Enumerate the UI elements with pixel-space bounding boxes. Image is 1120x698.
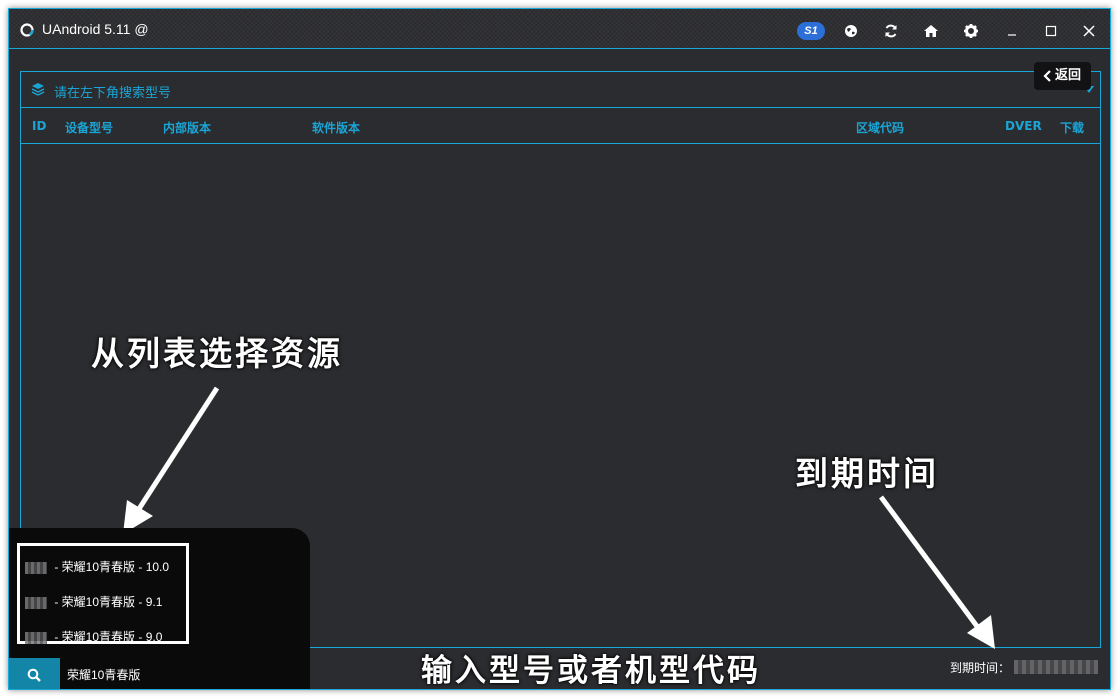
annotation-input-hint: 输入型号或者机型代码 bbox=[421, 653, 761, 689]
suggestion-item[interactable]: - 荣耀10青春版 - 9.1 bbox=[25, 591, 190, 613]
column-internal-version[interactable]: 内部版本 bbox=[163, 119, 211, 136]
minimize-icon[interactable] bbox=[1001, 19, 1025, 43]
redacted-code bbox=[25, 596, 47, 609]
app-title: UAndroid 5.11 @ bbox=[42, 21, 149, 37]
back-button[interactable]: 返回 bbox=[1034, 62, 1091, 90]
search-icon bbox=[27, 668, 41, 682]
back-label: 返回 bbox=[1055, 68, 1082, 83]
column-software-version[interactable]: 软件版本 bbox=[312, 119, 360, 136]
annotation-select-list: 从列表选择资源 bbox=[91, 334, 343, 373]
expiry-label: 到期时间： bbox=[950, 661, 1011, 675]
server-badge[interactable]: S1 bbox=[797, 22, 825, 40]
suggestion-item[interactable]: - 荣耀10青春版 - 10.0 bbox=[25, 556, 190, 578]
column-dver[interactable]: DVER bbox=[1005, 119, 1042, 133]
globe-icon[interactable] bbox=[843, 23, 859, 39]
gear-icon[interactable] bbox=[963, 23, 979, 39]
search-input[interactable] bbox=[67, 660, 307, 688]
column-id[interactable]: ID bbox=[32, 119, 46, 133]
close-icon[interactable] bbox=[1077, 19, 1101, 43]
search-button[interactable] bbox=[9, 658, 60, 689]
annotation-expiry: 到期时间 bbox=[795, 454, 939, 493]
annotation-arrow-expiry bbox=[878, 495, 995, 649]
suggestion-item[interactable]: - 荣耀10青春版 - 9.0 bbox=[25, 626, 190, 648]
home-icon[interactable] bbox=[923, 23, 939, 39]
column-device-model[interactable]: 设备型号 bbox=[65, 119, 113, 136]
chevron-left-icon bbox=[1043, 70, 1051, 82]
redacted-expiry-value bbox=[1014, 660, 1098, 674]
app-window: UAndroid 5.11 @ S1 请在左下角搜索型号 ID 设备型号 内部版… bbox=[8, 8, 1111, 690]
column-download[interactable]: 下载 bbox=[1060, 119, 1084, 136]
panel-header[interactable]: 请在左下角搜索型号 bbox=[21, 72, 1100, 108]
search-hint: 请在左下角搜索型号 bbox=[54, 86, 172, 101]
refresh-icon[interactable] bbox=[883, 23, 899, 39]
maximize-icon[interactable] bbox=[1039, 19, 1063, 43]
table-header: ID 设备型号 内部版本 软件版本 区域代码 DVER 下载 bbox=[21, 108, 1100, 144]
redacted-code bbox=[25, 631, 47, 644]
title-bar[interactable]: UAndroid 5.11 @ S1 bbox=[9, 9, 1110, 49]
layers-icon bbox=[31, 83, 45, 96]
redacted-code bbox=[25, 561, 47, 574]
column-region-code[interactable]: 区域代码 bbox=[856, 119, 904, 136]
annotation-arrow-list bbox=[123, 386, 220, 534]
app-logo-icon bbox=[20, 23, 34, 37]
